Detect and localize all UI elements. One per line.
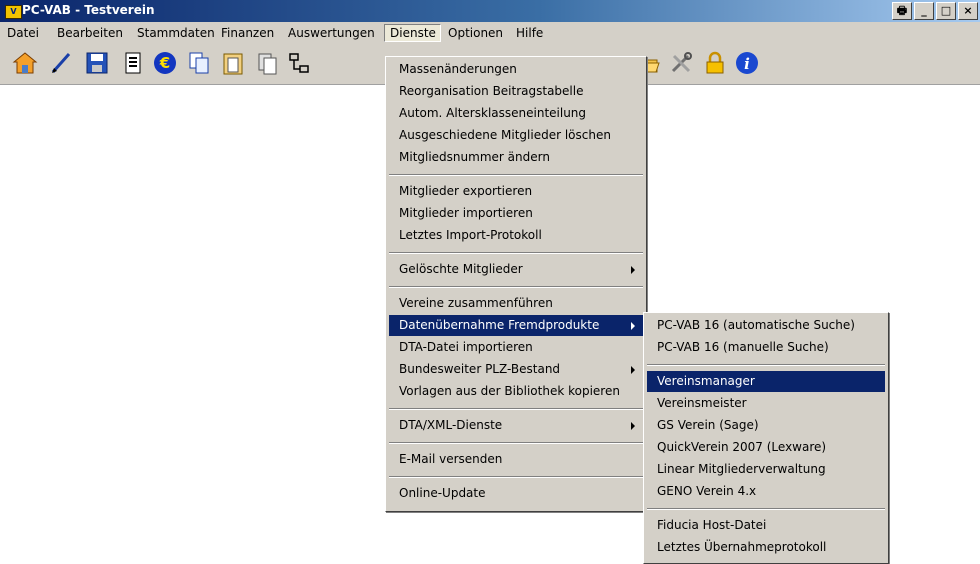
menu-bearbeiten[interactable]: Bearbeiten [52,25,128,41]
title-bar: V PC-VAB - Testverein 🖶 _ □ × [0,0,980,22]
menu-item-geloeschte-mitglieder[interactable]: Gelöschte Mitglieder [389,259,643,280]
submenu-item-vereinsmanager[interactable]: Vereinsmanager [647,371,885,392]
menu-bar: Datei Bearbeiten Stammdaten Finanzen Aus… [0,22,980,44]
menu-item-altersklassen[interactable]: Autom. Altersklasseneinteilung [389,103,643,124]
menu-item-reorganisation[interactable]: Reorganisation Beitragstabelle [389,81,643,102]
close-button[interactable]: × [958,2,978,20]
submenu-item-geno-verein[interactable]: GENO Verein 4.x [647,481,885,502]
menu-item-import-protokoll[interactable]: Letztes Import-Protokoll [389,225,643,246]
menu-separator [389,476,643,478]
menu-item-label: DTA/XML-Dienste [399,418,503,432]
menu-hilfe[interactable]: Hilfe [511,25,548,41]
menu-item-dta-xml-dienste[interactable]: DTA/XML-Dienste [389,415,643,436]
menu-item-plz-bestand[interactable]: Bundesweiter PLZ-Bestand [389,359,643,380]
menu-auswertungen[interactable]: Auswertungen [283,25,380,41]
menu-item-mitglieder-importieren[interactable]: Mitglieder importieren [389,203,643,224]
svg-text:i: i [744,55,750,73]
menu-stammdaten[interactable]: Stammdaten [132,25,220,41]
submenu-item-uebernahmeprotokoll[interactable]: Letztes Übernahmeprotokoll [647,537,885,558]
submenu-arrow-icon [631,422,635,430]
menu-item-label: Bundesweiter PLZ-Bestand [399,362,561,376]
menu-item-ausgeschiedene-loeschen[interactable]: Ausgeschiedene Mitglieder löschen [389,125,643,146]
window-controls: 🖶 _ □ × [892,2,978,20]
menu-item-email-versenden[interactable]: E-Mail versenden [389,449,643,470]
submenu-arrow-icon [631,322,635,330]
menu-item-online-update[interactable]: Online-Update [389,483,643,504]
submenu-arrow-icon [631,266,635,274]
fremdprodukte-submenu: PC-VAB 16 (automatische Suche) PC-VAB 16… [643,312,889,564]
submenu-arrow-icon [631,366,635,374]
window-title: PC-VAB - Testverein [22,3,155,17]
submenu-item-pcvab-manuell[interactable]: PC-VAB 16 (manuelle Suche) [647,337,885,358]
menu-item-vorlagen-kopieren[interactable]: Vorlagen aus der Bibliothek kopieren [389,381,643,402]
menu-item-mitgliedsnummer[interactable]: Mitgliedsnummer ändern [389,147,643,168]
euro-icon[interactable]: € [150,48,180,78]
pen-icon[interactable] [46,48,76,78]
lock-icon[interactable] [700,48,730,78]
menu-item-massenaenderungen[interactable]: Massenänderungen [389,59,643,80]
save-icon[interactable] [82,48,112,78]
menu-separator [389,286,643,288]
menu-item-label: Datenübernahme Fremdprodukte [399,318,600,332]
minimize-button[interactable]: _ [914,2,934,20]
clipboard-icon[interactable] [218,48,248,78]
menu-item-label: Gelöschte Mitglieder [399,262,523,276]
home-icon[interactable] [10,48,40,78]
menu-separator [389,408,643,410]
submenu-item-fiducia[interactable]: Fiducia Host-Datei [647,515,885,536]
menu-item-datenuebernahme[interactable]: Datenübernahme Fremdprodukte [389,315,643,336]
info-icon[interactable]: i [732,48,762,78]
menu-finanzen[interactable]: Finanzen [216,25,279,41]
menu-datei[interactable]: Datei [2,25,44,41]
menu-separator [389,442,643,444]
app-logo-icon: V [5,5,22,19]
menu-item-dta-importieren[interactable]: DTA-Datei importieren [389,337,643,358]
network-icon[interactable] [284,48,314,78]
submenu-item-quickverein[interactable]: QuickVerein 2007 (Lexware) [647,437,885,458]
menu-separator [647,364,885,366]
submenu-item-vereinsmeister[interactable]: Vereinsmeister [647,393,885,414]
submenu-item-linear[interactable]: Linear Mitgliederverwaltung [647,459,885,480]
submenu-item-pcvab-auto[interactable]: PC-VAB 16 (automatische Suche) [647,315,885,336]
menu-optionen[interactable]: Optionen [443,25,508,41]
menu-separator [389,252,643,254]
print-button[interactable]: 🖶 [892,2,912,20]
submenu-item-gs-verein[interactable]: GS Verein (Sage) [647,415,885,436]
maximize-button[interactable]: □ [936,2,956,20]
menu-separator [389,174,643,176]
menu-item-mitglieder-exportieren[interactable]: Mitglieder exportieren [389,181,643,202]
copy-icon[interactable] [184,48,214,78]
svg-text:€: € [159,54,170,72]
dienste-menu: Massenänderungen Reorganisation Beitrags… [385,56,647,512]
menu-dienste[interactable]: Dienste [384,24,441,42]
document-icon[interactable] [118,48,148,78]
tools-icon[interactable] [666,48,696,78]
paste-icon[interactable] [252,48,282,78]
menu-item-vereine-zusammenfuehren[interactable]: Vereine zusammenführen [389,293,643,314]
menu-separator [647,508,885,510]
